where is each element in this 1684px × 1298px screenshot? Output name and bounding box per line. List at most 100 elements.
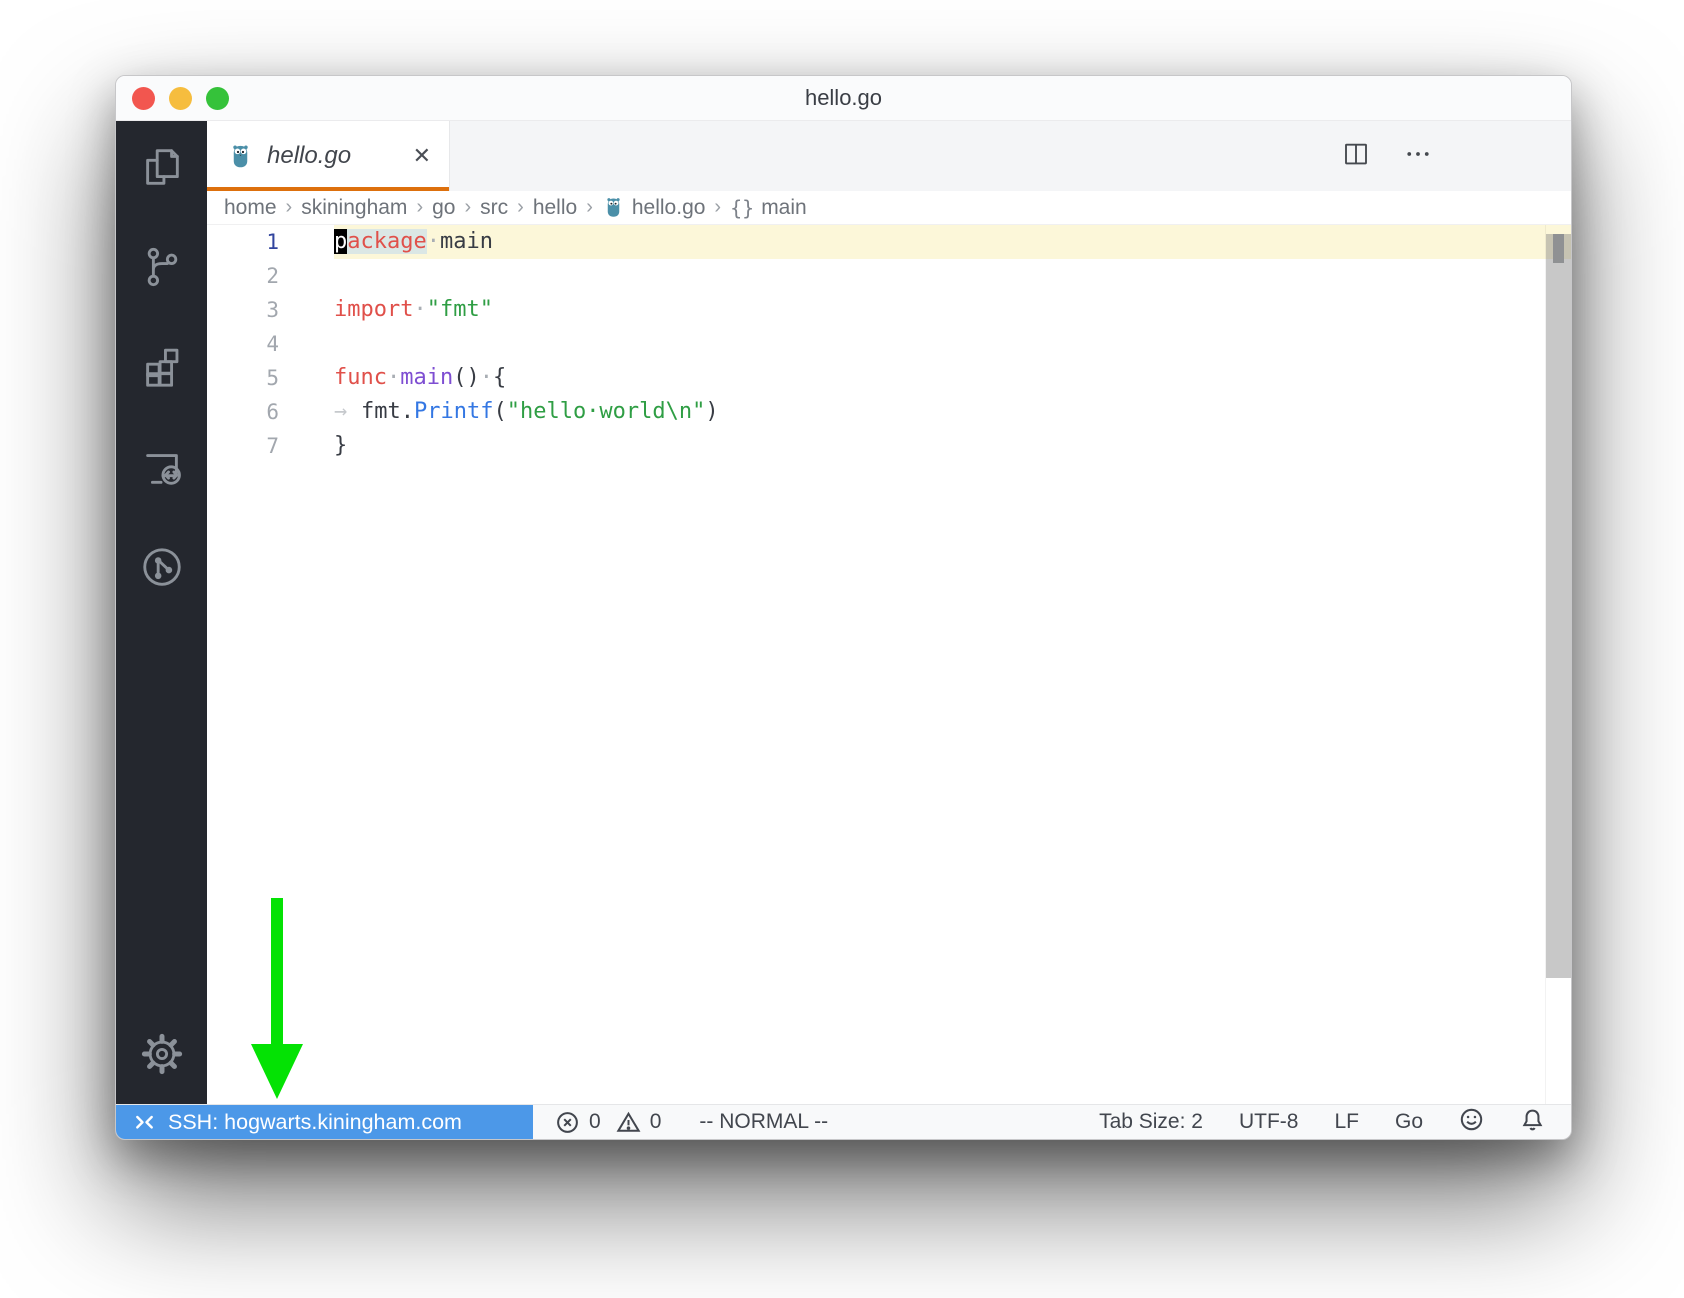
- minimize-window-button[interactable]: [169, 87, 192, 110]
- code-line-content: package·main: [334, 225, 1571, 259]
- code-line-7[interactable]: 7}: [207, 429, 1571, 463]
- problems-indicator[interactable]: 0 0: [555, 1110, 661, 1135]
- breadcrumb-label: src: [480, 195, 509, 219]
- code-line-content: import·"fmt": [334, 293, 1571, 327]
- code-line-content: → fmt.Printf("hello·world\n"): [334, 395, 1571, 429]
- errors-count: 0: [589, 1110, 601, 1133]
- source-control-graph-icon[interactable]: [138, 543, 186, 591]
- line-number[interactable]: 7: [207, 429, 279, 463]
- code-token: ·: [413, 297, 427, 322]
- screenshot-stage: hello.go hello.go ✕ home › skiningham › …: [0, 0, 1684, 1298]
- breadcrumb-item-home[interactable]: home: [224, 196, 277, 220]
- tab-label: hello.go: [267, 142, 352, 169]
- language-indicator[interactable]: Go: [1395, 1110, 1423, 1134]
- breadcrumb-item-skiningham[interactable]: skiningham: [301, 196, 407, 220]
- title-bar: hello.go: [116, 76, 1571, 121]
- breadcrumb-separator-icon: ›: [586, 196, 593, 218]
- code-token: func: [334, 365, 387, 390]
- tab-hello-go[interactable]: hello.go ✕: [207, 121, 450, 191]
- overview-ruler-cursor-marker: [1553, 234, 1564, 263]
- breadcrumb-separator-icon: ›: [285, 196, 293, 218]
- breadcrumb-label: skiningham: [301, 195, 408, 219]
- code-token: "fmt": [426, 297, 493, 322]
- code-token: main: [439, 229, 493, 254]
- tab-size-indicator[interactable]: Tab Size: 2: [1099, 1110, 1203, 1134]
- settings-gear-icon[interactable]: [138, 1030, 186, 1078]
- code-token: import: [334, 297, 414, 322]
- code-line-5[interactable]: 5 func·main()·{: [207, 361, 1571, 395]
- code-token: (): [453, 365, 480, 390]
- code-line-content: func·main()·{: [334, 361, 1571, 395]
- breadcrumb-item-hello[interactable]: hello: [533, 196, 577, 220]
- tab-bar: hello.go ✕: [207, 121, 1571, 191]
- breadcrumb-label: go: [432, 195, 456, 219]
- code-token: ·: [386, 365, 401, 390]
- breadcrumb-label: hello.go: [631, 195, 706, 219]
- window-controls: [132, 76, 229, 121]
- breadcrumb-separator-icon: ›: [714, 196, 722, 218]
- extensions-icon[interactable]: [138, 343, 186, 391]
- breadcrumb-separator-icon: ›: [517, 196, 524, 218]
- encoding-indicator[interactable]: UTF-8: [1239, 1110, 1299, 1134]
- code-token: Printf: [413, 399, 494, 424]
- window-title: hello.go: [804, 85, 883, 110]
- breadcrumb-item-src[interactable]: src: [480, 196, 508, 220]
- split-editor-icon[interactable]: [1341, 139, 1371, 174]
- more-actions-icon[interactable]: [1403, 139, 1433, 174]
- errors-icon: [557, 1111, 578, 1133]
- remote-label: SSH: hogwarts.kiningham.com: [168, 1109, 462, 1134]
- line-number[interactable]: 4: [207, 327, 279, 361]
- source-control-icon[interactable]: [138, 243, 186, 291]
- code-token: main: [400, 365, 454, 390]
- code-token: (: [493, 399, 507, 424]
- code-editor[interactable]: 1 package·main 2 3 import·"fmt" 4 5 func·main()…: [207, 225, 1571, 1104]
- feedback-smiley-icon[interactable]: [1459, 1107, 1484, 1138]
- line-number[interactable]: 1: [207, 225, 279, 259]
- activity-bar: [116, 121, 207, 1104]
- code-line-3[interactable]: 3 import·"fmt": [207, 293, 1571, 327]
- breadcrumb-label: home: [224, 195, 277, 219]
- line-number[interactable]: 6: [207, 395, 279, 429]
- eol-indicator[interactable]: LF: [1334, 1110, 1359, 1134]
- status-bar: SSH: hogwarts.kiningham.com 0 0 -- NORMA…: [116, 1104, 1571, 1139]
- code-token: }: [334, 433, 348, 458]
- code-line-6[interactable]: 6 → fmt.Printf("hello·world\n"): [207, 395, 1571, 429]
- scrollbar-thumb[interactable]: [1546, 234, 1571, 978]
- breadcrumb-item-go[interactable]: go: [432, 196, 455, 220]
- explorer-icon[interactable]: [138, 143, 186, 191]
- status-bar-right: Tab Size: 2 UTF-8 LF Go: [1099, 1107, 1571, 1138]
- line-number[interactable]: 3: [207, 293, 279, 327]
- code-token: ): [705, 399, 719, 424]
- code-token: "hello·world\n": [506, 399, 706, 424]
- notifications-bell-icon[interactable]: [1520, 1107, 1545, 1138]
- remote-indicator[interactable]: SSH: hogwarts.kiningham.com: [116, 1105, 533, 1139]
- zoom-window-button[interactable]: [206, 87, 229, 110]
- code-line-content: [334, 327, 1571, 361]
- tab-close-icon[interactable]: ✕: [413, 145, 431, 167]
- code-token: ·: [479, 365, 493, 390]
- code-line-2[interactable]: 2: [207, 259, 1571, 293]
- vim-mode-indicator: -- NORMAL --: [699, 1110, 829, 1133]
- remote-explorer-icon[interactable]: [138, 443, 186, 491]
- code-token: ·: [426, 229, 440, 254]
- editor-actions: [1341, 121, 1433, 191]
- code-line-4[interactable]: 4: [207, 327, 1571, 361]
- code-line-content: }: [334, 429, 1571, 463]
- go-gopher-icon: [602, 196, 625, 219]
- code-token: {: [492, 365, 507, 390]
- editor-scrollbar: [1545, 225, 1571, 1104]
- breadcrumb-label: main: [761, 195, 807, 219]
- code-token: ackage: [347, 229, 427, 254]
- symbol-brackets-icon: {}: [730, 195, 755, 220]
- go-gopher-icon: [227, 143, 254, 170]
- breadcrumb: home › skiningham › go › src › hello › hello.go › {}…: [207, 191, 1571, 225]
- code-line-1[interactable]: 1 package·main: [207, 225, 1571, 259]
- breadcrumb-item-main[interactable]: {} main: [730, 196, 807, 220]
- code-line-content: [334, 259, 1571, 293]
- breadcrumb-item-hello-go[interactable]: hello.go: [602, 195, 706, 220]
- close-window-button[interactable]: [132, 87, 155, 110]
- line-number[interactable]: 5: [207, 361, 279, 395]
- code-token: →: [334, 399, 348, 424]
- warnings-icon: [616, 1111, 641, 1132]
- line-number[interactable]: 2: [207, 259, 279, 293]
